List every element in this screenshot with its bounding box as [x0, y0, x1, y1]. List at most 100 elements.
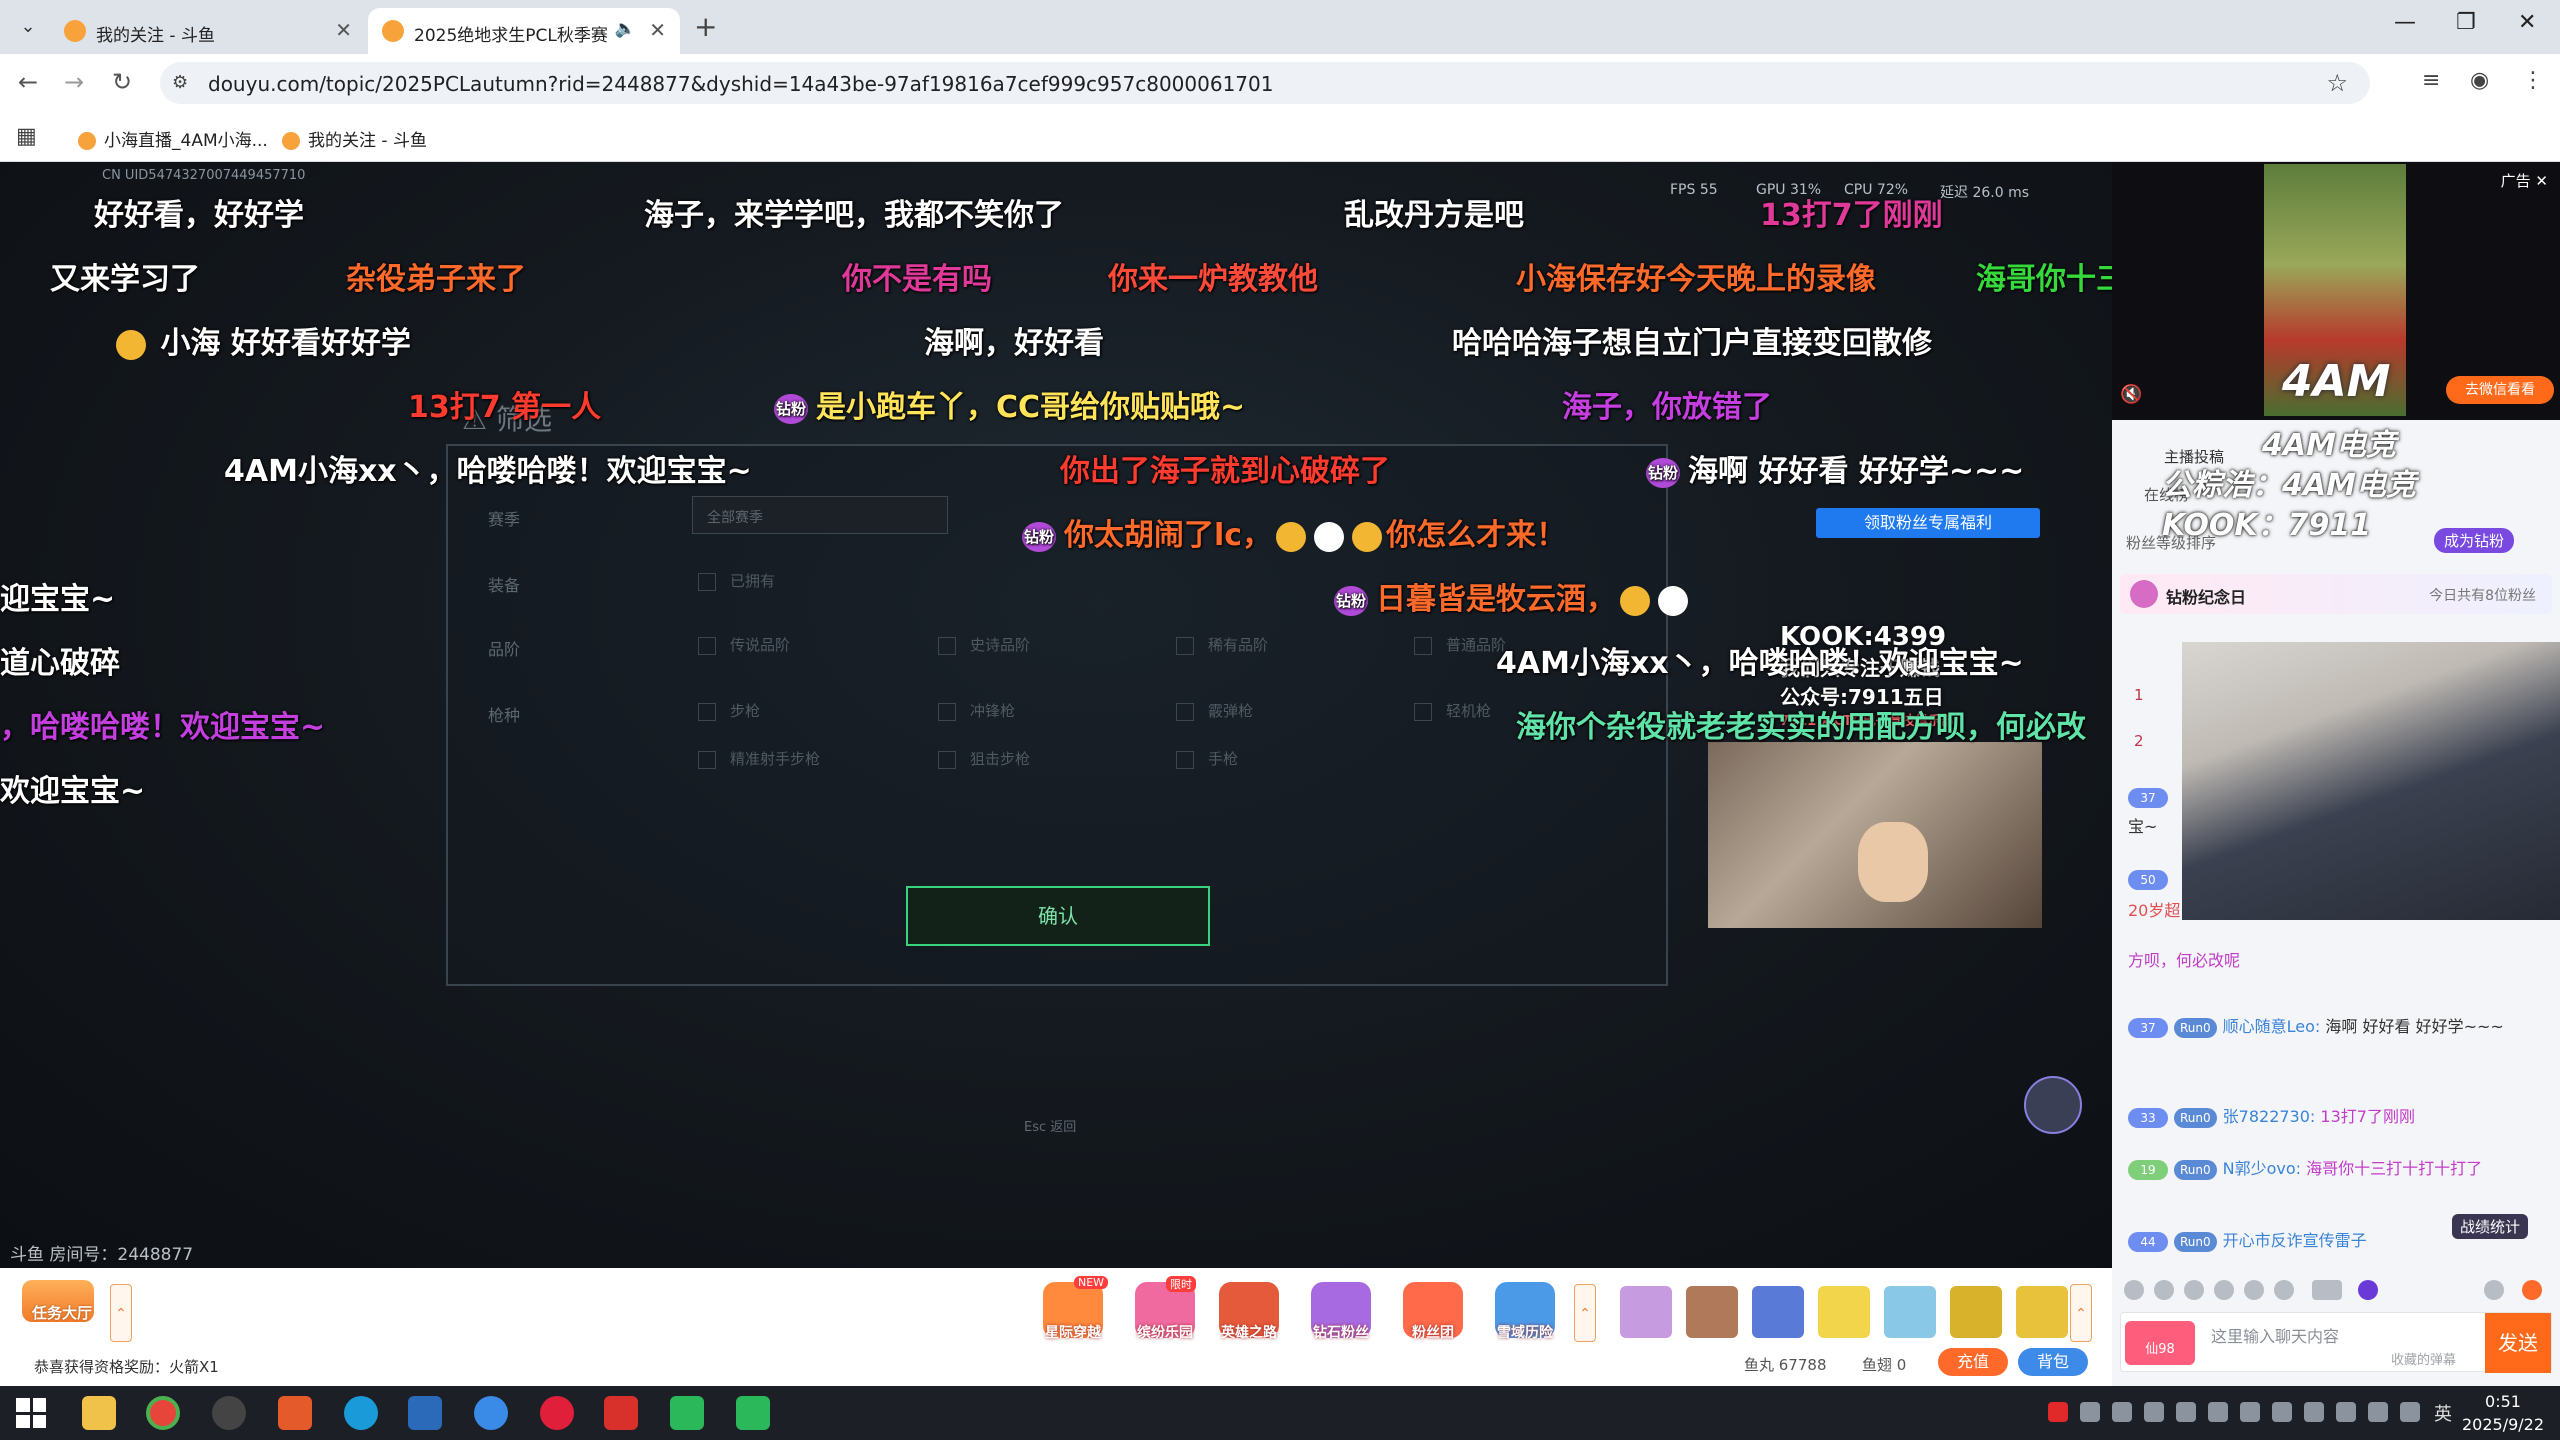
expand-gifts-button[interactable]: ⌃ — [1574, 1284, 1596, 1342]
file-explorer-icon[interactable] — [82, 1396, 116, 1430]
color-icon[interactable] — [2358, 1280, 2378, 1300]
rocket-icon[interactable] — [2522, 1280, 2542, 1300]
gift-interstellar[interactable]: NEW 星际穿越 — [1030, 1276, 1116, 1372]
volume-icon[interactable] — [2272, 1402, 2292, 1422]
close-tab-icon[interactable]: ✕ — [649, 18, 666, 42]
option-gun[interactable]: 轻机枪 — [1414, 700, 1491, 721]
address-bar[interactable]: ⚙ douyu.com/topic/2025PCLautumn?rid=2448… — [160, 62, 2370, 104]
app-icon[interactable] — [278, 1396, 312, 1430]
mic-icon[interactable] — [2336, 1402, 2356, 1422]
expand-props-button[interactable]: ⌃ — [2070, 1284, 2092, 1342]
new-tab-button[interactable]: + — [694, 12, 717, 42]
star-icon[interactable] — [2184, 1280, 2204, 1300]
start-button[interactable] — [16, 1398, 46, 1428]
app-icon[interactable] — [344, 1396, 378, 1430]
fan-badge[interactable]: 仙98 — [2125, 1321, 2195, 1365]
ad-label[interactable]: 广告 ✕ — [2501, 170, 2548, 191]
option-grade[interactable]: 稀有品阶 — [1176, 634, 1268, 655]
hot-word-icon[interactable] — [2274, 1280, 2294, 1300]
prop-item[interactable] — [1884, 1286, 1936, 1338]
tab-pcl-autumn[interactable]: 2025绝地求生PCL秋季赛 🔈 ✕ — [368, 8, 680, 54]
option-gun[interactable]: 冲锋枪 — [938, 700, 1015, 721]
url-text[interactable]: douyu.com/topic/2025PCLautumn?rid=244887… — [208, 72, 1273, 96]
ime-indicator[interactable]: 英 — [2434, 1400, 2452, 1426]
horn-icon[interactable] — [2154, 1280, 2174, 1300]
bookmark-item[interactable]: 我的关注 - 斗鱼 — [282, 126, 427, 151]
settings-icon[interactable] — [2484, 1280, 2504, 1300]
speaker-icon[interactable]: 🔈 — [615, 19, 636, 39]
tray-icon[interactable] — [2208, 1402, 2228, 1422]
anniversary-bar[interactable]: 钻粉纪念日 今日共有8位粉丝 — [2120, 574, 2552, 614]
bookmark-item[interactable]: 小海直播_4AM小海... — [78, 126, 268, 151]
prop-item[interactable] — [1950, 1286, 2002, 1338]
stats-badge[interactable]: 战绩统计 — [2452, 1214, 2529, 1239]
prop-item[interactable] — [2016, 1286, 2068, 1338]
confirm-button[interactable]: 确认 — [906, 886, 1210, 946]
chat-username[interactable]: 顺心随意Leo: — [2223, 1017, 2321, 1036]
prop-item[interactable] — [1620, 1286, 1672, 1338]
video-player[interactable]: CN UID5474327007449457710 FPS 55 GPU 31%… — [0, 162, 2112, 1268]
chat-input[interactable]: 这里输入聊天内容 — [2211, 1323, 2339, 1347]
back-arrow-icon[interactable]: ← — [18, 68, 38, 96]
netease-music-icon[interactable] — [540, 1396, 574, 1430]
prop-item[interactable] — [1818, 1286, 1870, 1338]
gift-hero-road[interactable]: 英雄之路 — [1206, 1282, 1292, 1372]
tab-my-follow[interactable]: 我的关注 - 斗鱼 ✕ — [50, 8, 366, 54]
hd-icon[interactable] — [2312, 1280, 2342, 1300]
gift-icon[interactable] — [2214, 1280, 2234, 1300]
option-gun[interactable]: 手枪 — [1176, 748, 1238, 769]
network-icon[interactable] — [2400, 1402, 2420, 1422]
task-hall-button[interactable]: 任务大厅 — [22, 1280, 102, 1340]
wps-icon[interactable] — [604, 1396, 638, 1430]
option-owned[interactable]: 已拥有 — [698, 570, 775, 591]
backpack-button[interactable]: 背包 — [2018, 1348, 2088, 1376]
close-tab-icon[interactable]: ✕ — [335, 18, 352, 42]
tray-icon[interactable] — [2240, 1402, 2260, 1422]
steam-icon[interactable] — [408, 1396, 442, 1430]
battery-icon[interactable] — [2368, 1402, 2388, 1422]
option-grade[interactable]: 传说品阶 — [698, 634, 790, 655]
close-window-icon[interactable]: ✕ — [2518, 10, 2536, 35]
menu-kebab-icon[interactable]: ⋮ — [2522, 68, 2544, 93]
option-gun[interactable]: 步枪 — [698, 700, 760, 721]
send-button[interactable]: 发送 — [2485, 1313, 2551, 1373]
bluetooth-icon[interactable] — [2304, 1402, 2324, 1422]
chat-username[interactable]: 开心市反诈宣传雷子 — [2223, 1231, 2367, 1250]
apps-grid-icon[interactable]: ▦ — [16, 124, 37, 149]
chrome-icon[interactable] — [146, 1396, 180, 1430]
tray-icon[interactable] — [2048, 1402, 2068, 1422]
reload-icon[interactable]: ↻ — [112, 68, 132, 96]
gift-paradise[interactable]: 限时 缤纷乐园 — [1122, 1276, 1208, 1372]
game-controller-icon[interactable] — [2024, 1076, 2082, 1134]
option-gun[interactable]: 精准射手步枪 — [698, 748, 820, 769]
image-icon[interactable] — [2244, 1280, 2264, 1300]
obs-icon[interactable] — [212, 1396, 246, 1430]
forward-arrow-icon[interactable]: → — [64, 68, 84, 96]
system-clock[interactable]: 0:51 2025/9/22 — [2458, 1390, 2548, 1436]
app-icon[interactable] — [474, 1396, 508, 1430]
option-grade[interactable]: 普通品阶 — [1414, 634, 1506, 655]
media-control-icon[interactable]: ≡ — [2422, 68, 2440, 93]
ad-banner[interactable]: 4AM 广告 ✕ 🔇 去微信看看 — [2112, 162, 2560, 420]
option-gun[interactable]: 霰弹枪 — [1176, 700, 1253, 721]
chat-username[interactable]: 张7822730: — [2223, 1107, 2316, 1126]
tray-icon[interactable] — [2144, 1402, 2164, 1422]
prop-item[interactable] — [1686, 1286, 1738, 1338]
chat-username[interactable]: N郭少ovo: — [2223, 1159, 2301, 1178]
option-gun[interactable]: 狙击步枪 — [938, 748, 1030, 769]
gift-snow-adventure[interactable]: 雪域历险 — [1482, 1282, 1568, 1372]
gift-diamond-fan[interactable]: 钻石粉丝 — [1298, 1282, 1384, 1372]
minimize-icon[interactable]: — — [2394, 10, 2416, 35]
tray-icon[interactable] — [2112, 1402, 2132, 1422]
tray-icon[interactable] — [2176, 1402, 2196, 1422]
emoji-icon[interactable] — [2124, 1280, 2144, 1300]
tray-icon[interactable] — [2080, 1402, 2100, 1422]
gift-fan-club[interactable]: 粉丝团 — [1390, 1282, 1476, 1372]
prop-item[interactable] — [1752, 1286, 1804, 1338]
claim-fan-benefit-button[interactable]: 领取粉丝专属福利 — [1816, 508, 2040, 538]
chat-input-box[interactable]: 仙98 这里输入聊天内容 收藏的弹幕 发送 — [2120, 1312, 2552, 1373]
tab-search-button[interactable]: ⌄ — [8, 12, 48, 42]
saved-danmu-link[interactable]: 收藏的弹幕 — [2391, 1349, 2456, 1368]
bookmark-star-icon[interactable]: ☆ — [2326, 69, 2348, 97]
wechat-watch-button[interactable]: 去微信看看 — [2446, 376, 2554, 404]
